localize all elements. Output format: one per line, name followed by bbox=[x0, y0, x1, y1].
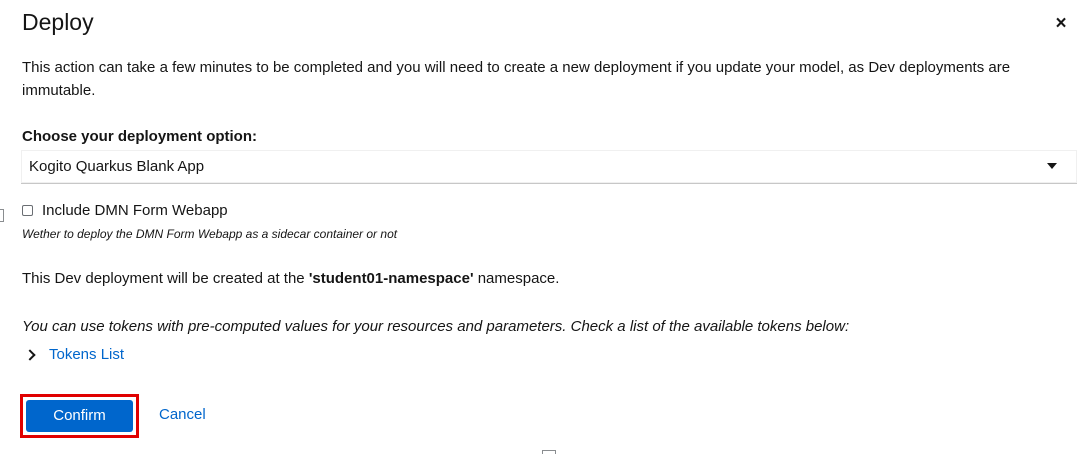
modal-title: Deploy bbox=[22, 9, 94, 35]
chevron-right-icon bbox=[24, 349, 36, 361]
deployment-option-select[interactable]: Kogito Quarkus Blank App bbox=[21, 150, 1077, 184]
namespace-name: 'student01-namespace' bbox=[308, 270, 474, 287]
tokens-list-link[interactable]: Tokens List bbox=[49, 346, 124, 363]
namespace-prefix: This Dev deployment will be created at t… bbox=[22, 270, 305, 287]
close-icon[interactable]: × bbox=[1051, 14, 1071, 34]
tokens-description: You can use tokens with pre-computed val… bbox=[22, 318, 850, 335]
bottom-edge-fragment bbox=[542, 450, 556, 454]
namespace-message: This Dev deployment will be created at t… bbox=[22, 270, 559, 287]
caret-down-icon bbox=[1047, 163, 1057, 169]
edge-fragment bbox=[0, 209, 4, 222]
modal-description: This action can take a few minutes to be… bbox=[22, 59, 1011, 99]
deploy-modal: Deploy × This action can take a few minu… bbox=[0, 0, 1090, 454]
namespace-suffix: namespace. bbox=[477, 270, 560, 287]
confirm-button[interactable]: Confirm bbox=[26, 400, 133, 432]
selected-deployment-option: Kogito Quarkus Blank App bbox=[29, 158, 205, 175]
dmn-form-helper-text: Wether to deploy the DMN Form Webapp as … bbox=[22, 227, 398, 241]
include-dmn-form-checkbox[interactable] bbox=[22, 205, 33, 216]
include-dmn-form-label[interactable]: Include DMN Form Webapp bbox=[42, 202, 228, 219]
deployment-option-label: Choose your deployment option: bbox=[22, 128, 257, 145]
cancel-button[interactable]: Cancel bbox=[159, 406, 206, 423]
